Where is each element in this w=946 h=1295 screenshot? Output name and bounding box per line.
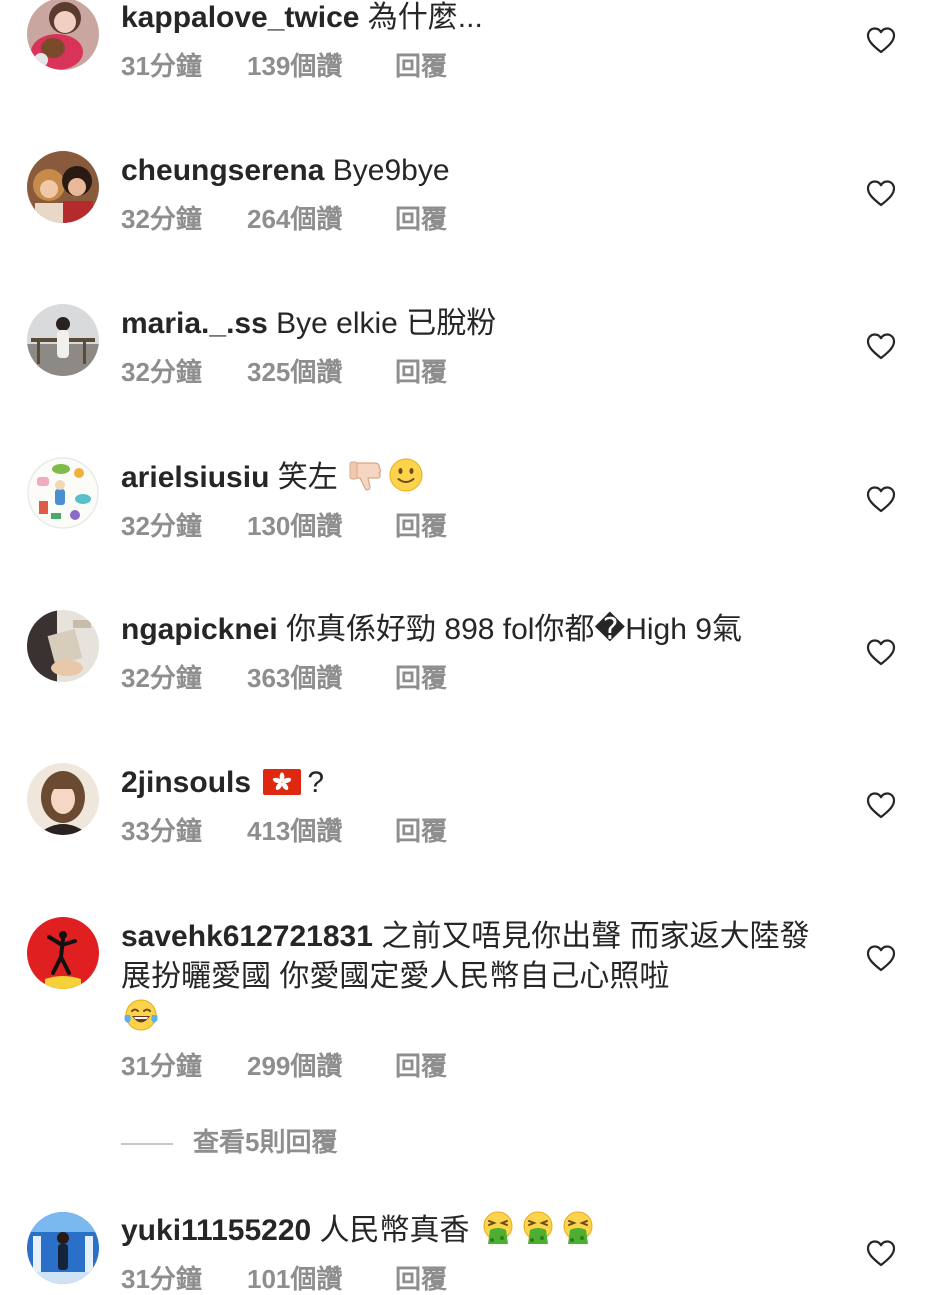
heart-outline-icon[interactable] [866,332,896,360]
comment-text: kappalove_twice 為什麼... [121,0,821,38]
heart-outline-icon[interactable] [866,179,896,207]
comment-likes[interactable]: 130個讚 [247,510,395,542]
comment-meta: 32分鐘 325個讚 回覆 [121,356,821,388]
heart-outline-icon[interactable] [866,26,896,54]
comment-meta: 33分鐘 413個讚 回覆 [121,815,821,847]
comment-username[interactable]: yuki11155220 [121,1214,311,1247]
reply-button[interactable]: 回覆 [395,662,447,694]
avatar[interactable] [27,304,99,376]
comment-body: Bye9bye [332,154,450,187]
comment-username[interactable]: cheungserena [121,154,324,187]
heart-outline-icon[interactable] [866,638,896,666]
view-replies-label: 查看5則回覆 [193,1127,338,1157]
comment-time: 32分鐘 [121,357,202,387]
hong-kong-flag-icon [263,769,302,795]
heart-outline-icon[interactable] [866,485,896,513]
comment-meta: 32分鐘 264個讚 回覆 [121,203,821,235]
reply-button[interactable]: 回覆 [395,510,447,542]
comment-text: 2jinsouls ? [121,763,821,803]
avatar[interactable] [27,0,99,70]
comment-likes[interactable]: 325個讚 [247,356,395,388]
view-replies-button[interactable]: 查看5則回覆 [121,1124,337,1160]
avatar[interactable] [27,917,99,989]
comment-time: 32分鐘 [121,663,202,693]
comment-meta: 32分鐘 130個讚 回覆 [121,510,821,542]
reply-button[interactable]: 回覆 [395,1263,447,1295]
comment-body: 你真係好勁 898 fol你都�High 9氣 [286,613,742,646]
reply-button[interactable]: 回覆 [395,1050,447,1082]
comment-username[interactable]: ngapicknei [121,613,278,646]
comment-username[interactable]: savehk612721831 [121,920,373,953]
replies-divider [121,1143,173,1146]
avatar[interactable] [27,610,99,682]
comment-likes[interactable]: 139個讚 [247,50,395,82]
reply-button[interactable]: 回覆 [395,815,447,847]
comment-time: 31分鐘 [121,1264,202,1294]
comment-username[interactable]: 2jinsouls [121,766,251,799]
vomiting-face-emoji-icon [523,1211,553,1244]
comment-likes[interactable]: 299個讚 [247,1050,395,1082]
comment-likes[interactable]: 413個讚 [247,815,395,847]
comment-meta: 31分鐘 101個讚 回覆 [121,1263,821,1295]
comment-text: maria._.ss Bye elkie 已脫粉 [121,304,821,344]
thumbs-down-emoji-icon [349,461,382,491]
heart-outline-icon[interactable] [866,944,896,972]
comment-likes[interactable]: 101個讚 [247,1263,395,1295]
comment-body: 人民幣真香 [319,1214,470,1247]
avatar[interactable] [27,457,99,529]
comment-text: cheungserena Bye9bye [121,151,821,191]
comment-time: 31分鐘 [121,1051,202,1081]
comment-username[interactable]: kappalove_twice [121,1,359,34]
avatar[interactable] [27,151,99,223]
vomiting-face-emoji-icon [483,1211,513,1244]
comment-text: arielsiusiu 笑左 [121,457,821,498]
comment-text: savehk612721831 之前又唔見你出聲 而家返大陸發展扮曬愛國 你愛國… [121,917,821,1038]
tears-of-joy-emoji-icon [124,999,158,1031]
comment-body: 笑左 [277,461,338,494]
slightly-smiling-face-emoji-icon [389,458,423,492]
comment-body: Bye elkie 已脫粉 [276,307,497,340]
heart-outline-icon[interactable] [866,1239,896,1267]
comment-meta: 32分鐘 363個讚 回覆 [121,662,821,694]
reply-button[interactable]: 回覆 [395,203,447,235]
comment-body: ? [307,766,325,799]
comment-username[interactable]: arielsiusiu [121,461,269,494]
comment-time: 31分鐘 [121,51,202,81]
comment-time: 33分鐘 [121,816,202,846]
comment-body: 為什麼... [367,1,483,34]
comment-likes[interactable]: 363個讚 [247,662,395,694]
avatar[interactable] [27,1212,99,1284]
vomiting-face-emoji-icon [563,1211,593,1244]
comment-text: yuki11155220 人民幣真香 [121,1210,821,1251]
comment-text: ngapicknei 你真係好勁 898 fol你都�High 9氣 [121,610,821,650]
comment-likes[interactable]: 264個讚 [247,203,395,235]
heart-outline-icon[interactable] [866,791,896,819]
avatar[interactable] [27,763,99,835]
reply-button[interactable]: 回覆 [395,50,447,82]
comment-meta: 31分鐘 139個讚 回覆 [121,50,821,82]
comment-time: 32分鐘 [121,204,202,234]
comment-meta: 31分鐘 299個讚 回覆 [121,1050,821,1082]
reply-button[interactable]: 回覆 [395,356,447,388]
comment-time: 32分鐘 [121,511,202,541]
comment-username[interactable]: maria._.ss [121,307,268,340]
